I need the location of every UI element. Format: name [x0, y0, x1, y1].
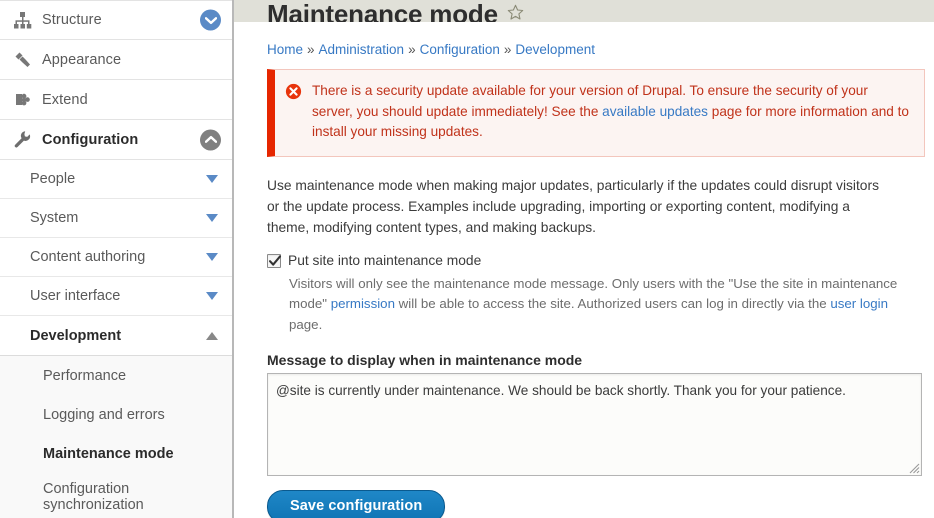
triangle-down-icon[interactable] [206, 292, 218, 300]
breadcrumb-link-development[interactable]: Development [515, 42, 595, 57]
sidebar-top-level-list: Structure Appearance Extend Configuratio… [0, 0, 232, 160]
sidebar-item-label: Maintenance mode [43, 445, 174, 462]
error-message-box: There is a security update available for… [267, 69, 925, 157]
sidebar-configuration-children: People System Content authoring User int… [0, 160, 232, 355]
chevron-up-circle-icon[interactable] [200, 129, 221, 150]
page-header: Maintenance mode [234, 0, 934, 22]
sidebar-item-label: Logging and errors [43, 406, 165, 423]
sidebar-item-configuration[interactable]: Configuration [0, 120, 232, 160]
sidebar-item-configuration-synchronization[interactable]: Configuration synchronization [0, 473, 232, 518]
sidebar-item-label: System [30, 210, 79, 226]
sidebar-item-label: Configuration [42, 131, 139, 148]
sidebar-item-label: Content authoring [30, 249, 146, 265]
sidebar-item-logging-and-errors[interactable]: Logging and errors [0, 395, 232, 434]
wrench-icon [10, 128, 34, 152]
breadcrumb-link-configuration[interactable]: Configuration [420, 42, 500, 57]
maintenance-mode-intro-text: Use maintenance mode when making major u… [267, 177, 879, 235]
error-message-text: There is a security update available for… [312, 81, 910, 143]
sidebar-item-label: Configuration synchronization [43, 481, 144, 513]
puzzle-piece-icon [10, 88, 34, 112]
sidebar-item-system[interactable]: System [0, 199, 232, 238]
sidebar-item-label: User interface [30, 288, 121, 304]
description-segment-2: will be able to access the site. Authori… [394, 296, 831, 311]
sidebar-item-appearance[interactable]: Appearance [0, 40, 232, 80]
maintenance-mode-checkbox-row[interactable]: Put site into maintenance mode [267, 252, 925, 269]
triangle-down-icon[interactable] [206, 175, 218, 183]
page-title: Maintenance mode [267, 0, 498, 22]
sidebar-item-label: Development [30, 327, 122, 344]
maintenance-message-textarea[interactable] [268, 374, 921, 475]
sidebar-item-maintenance-mode[interactable]: Maintenance mode [0, 434, 232, 473]
sitemap-icon [10, 8, 34, 32]
triangle-down-icon[interactable] [206, 253, 218, 261]
sidebar-item-user-interface[interactable]: User interface [0, 277, 232, 316]
triangle-down-icon[interactable] [206, 214, 218, 222]
chevron-down-circle-icon[interactable] [200, 9, 221, 31]
sidebar-item-performance[interactable]: Performance [0, 356, 232, 395]
user-login-link[interactable]: user login [830, 296, 888, 311]
sidebar-item-label: Appearance [42, 51, 122, 68]
breadcrumb-separator: » [503, 42, 512, 57]
permission-link[interactable]: permission [331, 296, 395, 311]
breadcrumb-separator: » [408, 42, 416, 57]
paintbrush-icon [10, 48, 34, 72]
sidebar-item-extend[interactable]: Extend [0, 80, 232, 120]
maintenance-mode-checkbox-label[interactable]: Put site into maintenance mode [288, 252, 481, 269]
triangle-up-icon[interactable] [206, 331, 218, 340]
sidebar-item-label: People [30, 171, 76, 187]
sidebar-development-children: Performance Logging and errors Maintenan… [0, 355, 232, 518]
sidebar-item-development[interactable]: Development [0, 316, 232, 355]
breadcrumb-separator: » [307, 42, 315, 57]
maintenance-mode-checkbox[interactable] [267, 253, 282, 268]
sidebar-item-label: Structure [42, 12, 102, 28]
error-circle-x-icon [285, 83, 303, 101]
sidebar-item-structure[interactable]: Structure [0, 0, 232, 40]
description-segment-3: page. [289, 316, 323, 332]
maintenance-message-field-label: Message to display when in maintenance m… [267, 352, 583, 368]
breadcrumb-link-home[interactable]: Home [267, 42, 303, 57]
available-updates-link[interactable]: available updates [602, 104, 708, 119]
sidebar-item-people[interactable]: People [0, 160, 232, 199]
sidebar-item-content-authoring[interactable]: Content authoring [0, 238, 232, 277]
status-message-wrapper: There is a security update available for… [234, 57, 934, 157]
breadcrumb-link-administration[interactable]: Administration [319, 42, 405, 57]
sidebar-item-label: Extend [42, 91, 88, 108]
form-content: Use maintenance mode when making major u… [234, 175, 934, 518]
drupal-admin-page: Structure Appearance Extend Configuratio… [0, 0, 934, 518]
breadcrumb: Home» Administration» Configuration» Develo… [234, 22, 934, 57]
maintenance-message-textarea-wrapper[interactable] [267, 373, 922, 476]
star-outline-icon[interactable] [507, 4, 524, 21]
save-configuration-button[interactable]: Save configuration [267, 490, 446, 518]
maintenance-mode-checkbox-description: Visitors will only see the maintenance m… [289, 274, 919, 336]
main-content-region: Maintenance mode Home» Administration» Con… [234, 0, 934, 518]
admin-sidebar-menu: Structure Appearance Extend Configuratio… [0, 0, 234, 518]
sidebar-item-label: Performance [43, 367, 127, 384]
